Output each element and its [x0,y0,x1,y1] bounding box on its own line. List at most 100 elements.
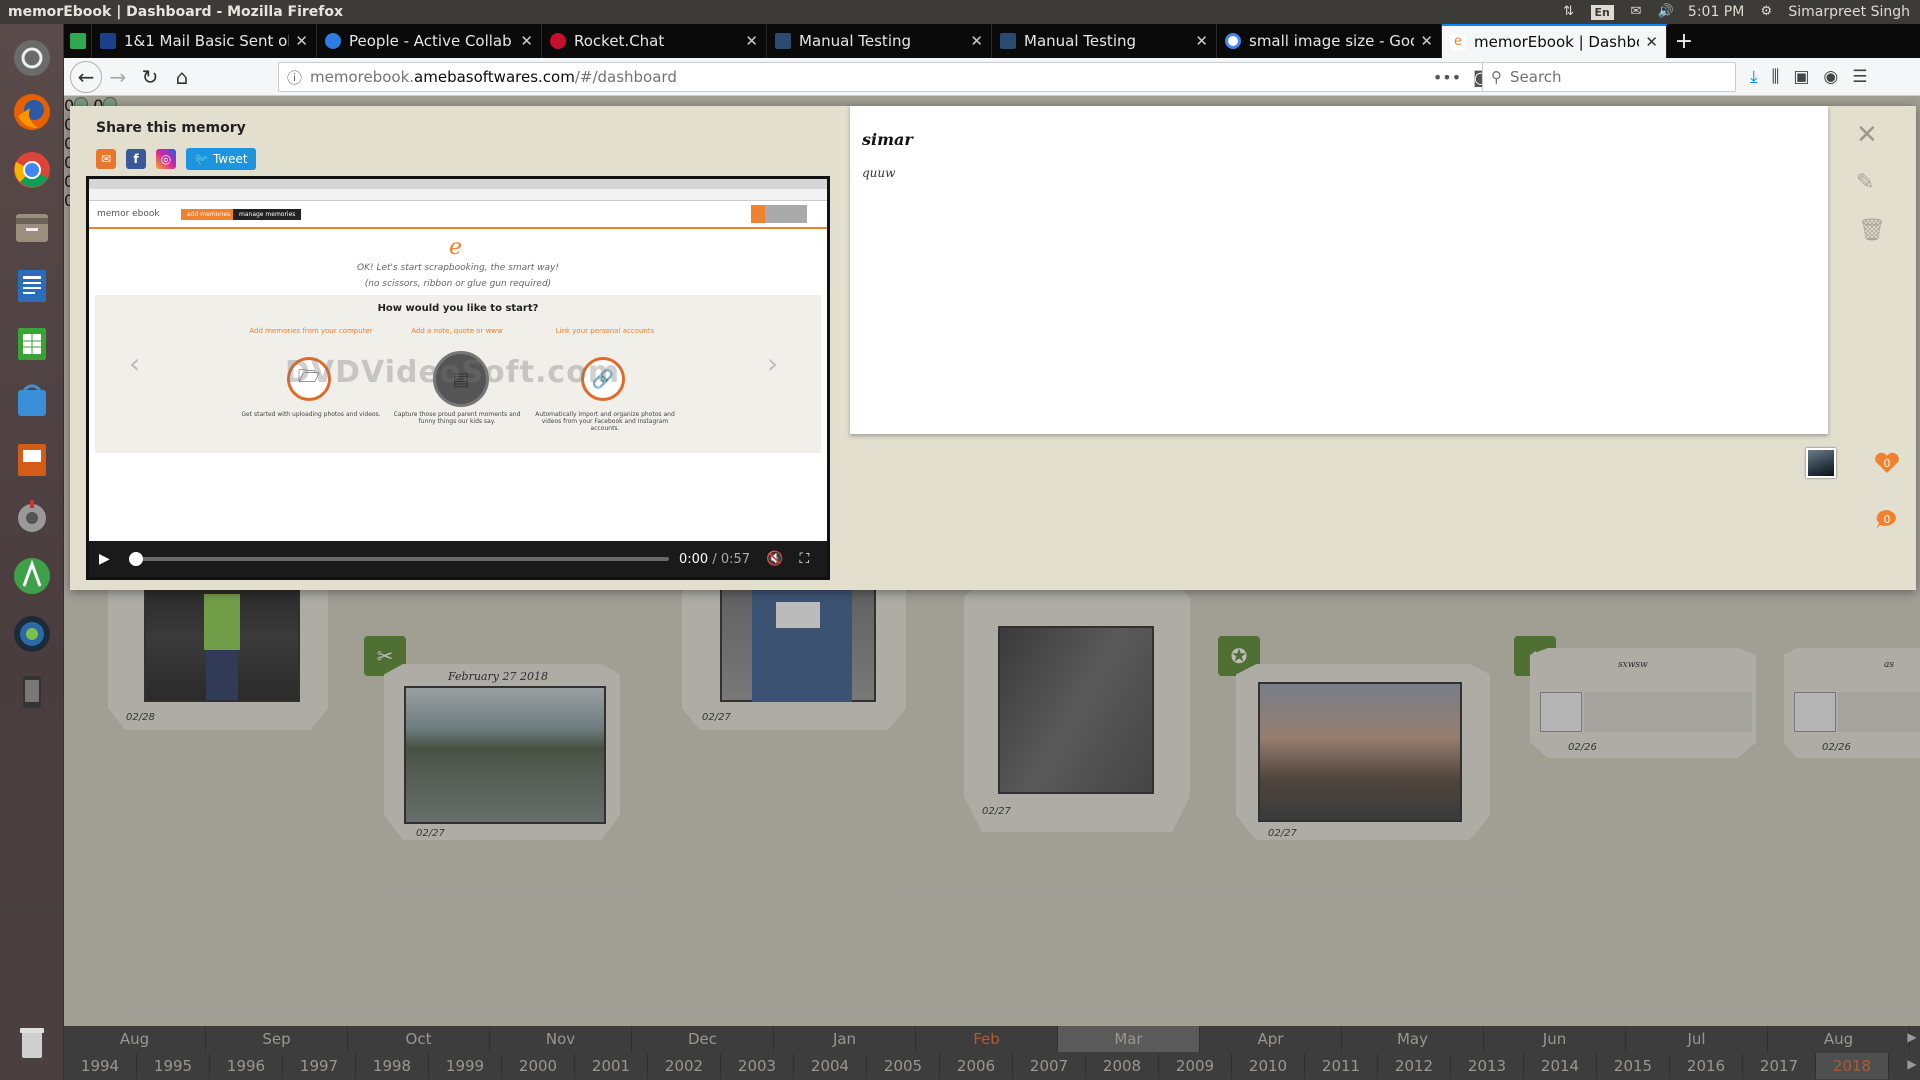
close-tab-icon[interactable]: ✕ [970,32,983,50]
sidebar-icon[interactable]: ▣ [1793,67,1809,87]
video-screen-emblem-icon: e [449,235,463,260]
tweet-label: Tweet [212,152,248,166]
library-icon[interactable]: ⫼ [1772,67,1780,87]
tab-rocket-chat[interactable]: Rocket.Chat ✕ [542,24,767,58]
edit-pencil-icon[interactable]: ✎ [1856,170,1874,195]
close-tab-icon[interactable]: ✕ [1645,33,1658,51]
tab-memorebook[interactable]: e memorEbook | Dashboa ✕ [1442,24,1667,58]
rocketchat-favicon-icon [550,33,566,49]
trash-launcher-icon[interactable] [8,1018,56,1066]
tab-google-search[interactable]: small image size - Googl ✕ [1217,24,1442,58]
keyboard-layout-indicator[interactable]: En [1590,4,1614,20]
pinned-tab[interactable] [64,24,92,58]
calc-launcher-icon[interactable] [8,320,56,368]
mail-favicon-icon [100,33,116,49]
fullscreen-icon[interactable]: ⛶ [800,551,810,567]
volume-icon[interactable]: 🔊 [1658,5,1674,19]
video-screen-tagline: OK! Let's start scrapbooking, the smart … [356,263,560,273]
tab-mail[interactable]: 1&1 Mail Basic Sent obje ✕ [92,24,317,58]
video-frame: memor ebook add memories manage memories… [89,179,827,541]
android-studio-launcher-icon[interactable] [8,552,56,600]
video-screen-panel: How would you like to start? ‹ › Add mem… [95,295,821,453]
browser-globe-launcher-icon[interactable] [8,610,56,658]
system-settings-launcher-icon[interactable] [8,494,56,542]
video-screen-how: How would you like to start? [377,303,539,314]
jira-favicon-icon [775,33,791,49]
clock[interactable]: 5:01 PM [1688,4,1744,20]
window-title: memorEbook | Dashboard - Mozilla Firefox [8,4,344,20]
play-icon[interactable]: ▶ [99,551,129,567]
close-tab-icon[interactable]: ✕ [1420,32,1433,50]
tab-label: People - Active Collab [349,32,512,50]
email-share-icon[interactable]: ✉ [96,149,116,169]
search-bar[interactable]: ⚲ Search [1482,62,1736,92]
video-screen-url [89,189,827,201]
memory-thumbnail[interactable] [1806,448,1836,478]
trash-icon[interactable]: 🗑 [1858,218,1886,243]
search-placeholder: Search [1510,68,1562,86]
files-launcher-icon[interactable] [8,204,56,252]
memorebook-favicon-icon: e [1450,34,1466,50]
mute-icon[interactable]: 🔇 [766,551,783,567]
video-screen-tabs [89,179,827,189]
chrome-launcher-icon[interactable] [8,146,56,194]
settings-gear-icon[interactable]: ⚙ [1758,5,1774,19]
writer-launcher-icon[interactable] [8,262,56,310]
share-title: Share this memory [96,120,246,136]
likes-count: 0 [1883,456,1891,470]
instagram-share-icon[interactable]: ◎ [156,149,176,169]
tweet-button[interactable]: 🐦 Tweet [186,148,256,170]
phone-device-launcher-icon[interactable] [8,668,56,716]
memory-text-panel: simar quuw [850,106,1828,434]
video-progress-bar[interactable] [129,552,669,566]
tab-label: 1&1 Mail Basic Sent obje [124,32,289,50]
menu-icon[interactable]: ☰ [1852,67,1867,87]
new-tab-button[interactable]: + [1667,24,1701,58]
video-screen-logo: memor ebook [97,209,160,219]
software-center-launcher-icon[interactable] [8,378,56,426]
close-tab-icon[interactable]: ✕ [520,32,533,50]
tab-label: Manual Testing [1024,32,1137,50]
close-tab-icon[interactable]: ✕ [295,32,308,50]
browser-nav-bar: ← → ↻ ⌂ ⓘ memorebook.amebasoftwares.com/… [64,58,1920,96]
downloads-icon[interactable]: ⤓ [1750,67,1758,87]
reload-button[interactable]: ↻ [134,61,166,93]
firefox-launcher-icon[interactable] [8,88,56,136]
video-progress-knob[interactable] [129,552,143,566]
comments-count: 0 [1883,512,1891,526]
heart-icon[interactable]: 0 [1874,452,1900,474]
page-actions-icon[interactable]: ••• [1433,68,1461,87]
home-button[interactable]: ⌂ [166,61,198,93]
comment-bubble-icon[interactable]: 0 [1874,508,1900,530]
chevron-right-icon: › [767,347,779,380]
video-time: 0:00 / 0:57 [679,551,751,567]
user-name[interactable]: Simarpreet Singh [1788,4,1910,20]
url-bar[interactable]: ⓘ memorebook.amebasoftwares.com/#/dashbo… [278,62,1524,92]
url-text: memorebook.amebasoftwares.com/#/dashboar… [310,68,677,86]
back-button[interactable]: ← [70,60,102,93]
network-icon[interactable]: ⇅ [1561,5,1577,19]
video-option-desc: Get started with uploading photos and vi… [241,411,381,418]
video-controls: ▶ 0:00 / 0:57 🔇 ⛶ [89,541,827,577]
browser-tab-bar: 1&1 Mail Basic Sent obje ✕ People - Acti… [64,24,1920,58]
video-screen-square [779,205,793,223]
impress-launcher-icon[interactable] [8,436,56,484]
site-info-icon[interactable]: ⓘ [279,67,302,88]
close-tab-icon[interactable]: ✕ [745,32,758,50]
extension-icon[interactable]: ◉ [1823,67,1838,87]
video-watermark: DVDVideoSoft.com [285,355,621,390]
video-player[interactable]: memor ebook add memories manage memories… [86,176,830,580]
dash-launcher-icon[interactable] [8,34,56,82]
video-screen-pill: add memories [181,209,237,220]
forward-button[interactable]: → [102,61,134,93]
close-tab-icon[interactable]: ✕ [1195,32,1208,50]
tab-manual-testing-1[interactable]: Manual Testing ✕ [767,24,992,58]
close-icon[interactable]: ✕ [1856,120,1878,150]
mail-icon[interactable]: ✉ [1628,5,1644,19]
tab-active-collab[interactable]: People - Active Collab ✕ [317,24,542,58]
video-option-desc: Automatically import and organize photos… [535,411,675,432]
video-option-label: Add memories from your computer [249,327,373,335]
facebook-share-icon[interactable]: f [126,149,146,169]
video-option-label: Add a note, quote or www [411,327,503,335]
tab-manual-testing-2[interactable]: Manual Testing ✕ [992,24,1217,58]
